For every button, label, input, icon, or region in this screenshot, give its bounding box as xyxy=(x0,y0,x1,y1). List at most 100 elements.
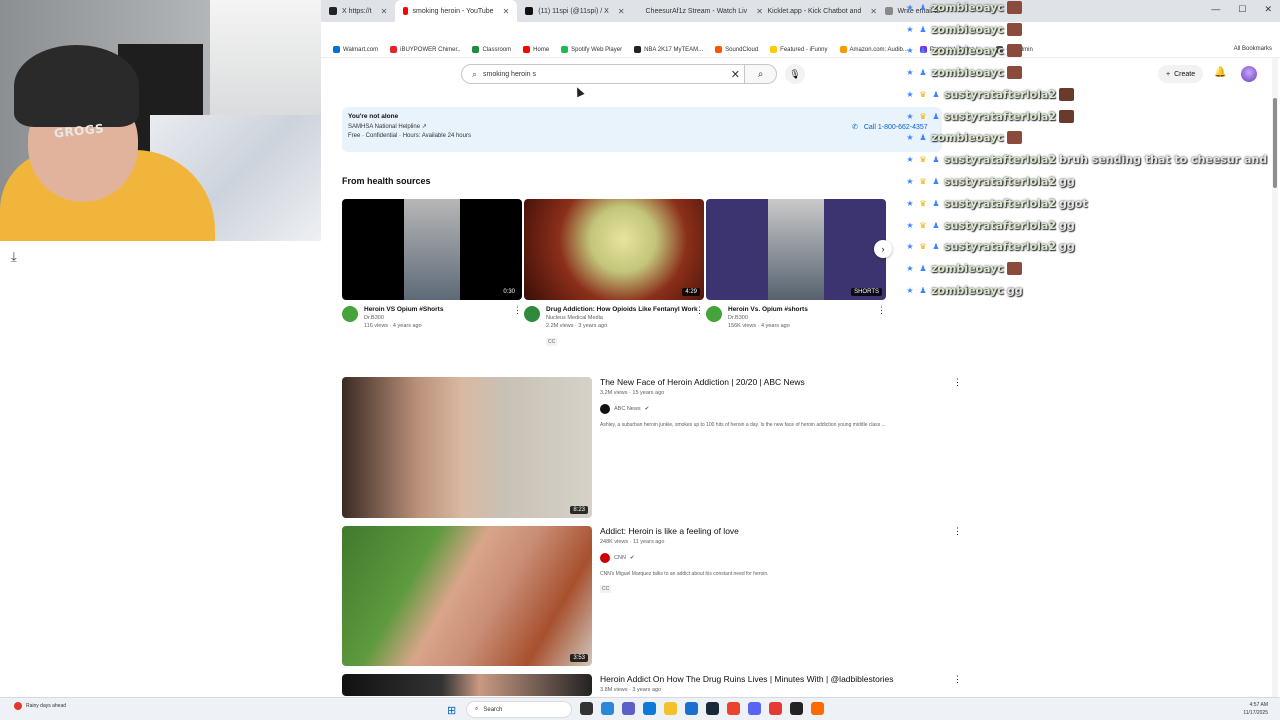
chat-message: ★ ♟ zombieoayc xyxy=(905,66,1022,79)
video-title[interactable]: The New Face of Heroin Addiction | 20/20… xyxy=(600,377,950,388)
task-view-icon[interactable] xyxy=(580,702,593,715)
tab-label: (11) 11spi (@11spi) / X xyxy=(538,7,609,15)
app-icon[interactable] xyxy=(769,702,782,715)
download-icon[interactable]: ⤓ xyxy=(11,249,17,265)
steam-icon[interactable] xyxy=(706,702,719,715)
channel-avatar-icon[interactable] xyxy=(524,306,540,322)
chat-text: gg xyxy=(1059,219,1075,232)
search-input[interactable]: ⌕ smoking heroin s ✕ xyxy=(461,64,745,84)
health-video-card[interactable]: 0:30 Heroin VS Opium #Shorts Dr.B300 116… xyxy=(342,199,522,330)
search-button[interactable]: ⌕ xyxy=(745,64,777,84)
chat-message: ★ ♟ zombieoayc xyxy=(905,1,1022,14)
video-stats: 3.8M views · 3 years ago xyxy=(600,687,662,693)
voice-search-button[interactable]: 🎙 xyxy=(785,64,805,84)
webcam-overlay: GROGS xyxy=(0,0,321,241)
taskbar-search-label: Search xyxy=(483,706,503,713)
browser-tab[interactable]: Kicklet.app - Kick Chatbot and ✕ xyxy=(755,0,877,22)
crown-badge-icon: ♛ xyxy=(919,199,927,208)
channel-row[interactable]: ABC News ✔ xyxy=(600,404,950,414)
chat-username: zombieoayc xyxy=(931,66,1004,79)
teams-icon[interactable] xyxy=(622,702,635,715)
store-icon[interactable] xyxy=(685,702,698,715)
tab-label: smoking heroin - YouTube xyxy=(412,7,494,15)
video-title[interactable]: Heroin VS Opium #Shorts xyxy=(364,305,522,314)
chat-username: sustyratafterlola2 xyxy=(944,110,1056,123)
chat-text: gg xyxy=(1006,284,1023,297)
chevron-right-icon: › xyxy=(881,244,885,254)
bookmark-item[interactable]: NBA 2K17 MyTEAM... xyxy=(634,46,703,53)
video-thumbnail[interactable]: 8:23 xyxy=(342,377,592,518)
bookmark-item[interactable]: Spotify Web Player xyxy=(561,46,622,53)
channel-name[interactable]: Dr.B300 xyxy=(728,314,886,322)
video-title[interactable]: Drug Addiction: How Opioids Like Fentany… xyxy=(546,305,704,314)
bookmark-item[interactable]: Featured - iFunny xyxy=(770,46,828,53)
verified-badge-icon: ★ xyxy=(906,242,914,251)
channel-name[interactable]: Nucleus Medical Media xyxy=(546,314,704,322)
video-thumbnail[interactable] xyxy=(342,674,592,696)
weather-widget[interactable]: Rainy days ahead xyxy=(14,702,66,710)
taskbar-search[interactable]: ⌕ Search xyxy=(466,701,572,718)
more-options-icon[interactable]: ⋮ xyxy=(513,305,522,316)
channel-avatar-icon[interactable] xyxy=(342,306,358,322)
carousel-next-button[interactable]: › xyxy=(874,240,892,258)
more-options-icon[interactable]: ⋮ xyxy=(953,526,962,537)
chat-username: zombieoayc xyxy=(931,23,1004,36)
tab-close-icon[interactable]: ✕ xyxy=(618,7,625,16)
bookmark-item[interactable]: SoundCloud xyxy=(715,46,758,53)
bookmark-label: SoundCloud xyxy=(725,46,759,53)
browser-tab[interactable]: (11) 11spi (@11spi) / X ✕ xyxy=(517,0,632,22)
health-video-card[interactable]: SHORTS Heroin Vs. Opium #shorts Dr.B300 … xyxy=(706,199,886,330)
channel-avatar-icon[interactable] xyxy=(706,306,722,322)
app-icon[interactable] xyxy=(811,702,824,715)
browser-tab-active[interactable]: smoking heroin - YouTube ✕ xyxy=(395,0,518,22)
discord-icon[interactable] xyxy=(748,702,761,715)
chat-message: ★ ♟ zombieoayc xyxy=(905,262,1022,275)
video-stats: 2.2M views · 3 years ago xyxy=(546,323,608,329)
video-title[interactable]: Addict: Heroin is like a feeling of love xyxy=(600,526,950,537)
channel-row[interactable]: CNN ✔ xyxy=(600,553,950,563)
subscriber-badge-icon: ♟ xyxy=(919,46,927,55)
tab-close-icon[interactable]: ✕ xyxy=(381,7,388,16)
edge-icon[interactable] xyxy=(643,702,656,715)
video-result[interactable]: 3:53 Addict: Heroin is like a feeling of… xyxy=(342,526,962,666)
verified-badge-icon: ★ xyxy=(906,46,914,55)
file-explorer-icon[interactable] xyxy=(664,702,677,715)
widgets-icon[interactable] xyxy=(601,702,614,715)
video-thumbnail[interactable]: 0:30 xyxy=(342,199,522,300)
chat-message: ★ ♛ ♟ sustyratafterlola2 gg xyxy=(905,175,1074,188)
more-options-icon[interactable]: ⋮ xyxy=(877,305,886,316)
emote-icon xyxy=(1006,1,1022,14)
system-clock[interactable]: 4:57 AM 11/17/2025 xyxy=(1243,701,1268,717)
obs-icon[interactable] xyxy=(790,702,803,715)
browser-tab[interactable]: CheesurAf1z Stream - Watch Liv ✕ xyxy=(633,0,763,22)
video-title[interactable]: Heroin Addict On How The Drug Ruins Live… xyxy=(600,674,950,685)
start-button-icon[interactable]: ⊞ xyxy=(447,704,456,717)
bookmark-label: Classroom xyxy=(482,46,512,53)
chrome-icon[interactable] xyxy=(727,702,740,715)
more-options-icon[interactable]: ⋮ xyxy=(695,305,704,316)
video-thumbnail[interactable]: SHORTS xyxy=(706,199,886,300)
channel-name[interactable]: Dr.B300 xyxy=(364,314,522,322)
helpline-org-link[interactable]: SAMHSA National Helpline ↗ xyxy=(348,123,936,130)
emote-icon xyxy=(1006,23,1022,36)
video-meta: Heroin VS Opium #Shorts Dr.B300 116 view… xyxy=(342,305,522,330)
bookmark-item[interactable]: iBUYPOWER Chimer.. xyxy=(390,46,460,53)
bookmark-item[interactable]: Home xyxy=(523,46,549,53)
more-options-icon[interactable]: ⋮ xyxy=(953,674,962,685)
clear-search-icon[interactable]: ✕ xyxy=(731,68,740,81)
video-result[interactable]: 8:23 The New Face of Heroin Addiction | … xyxy=(342,377,962,518)
health-video-card[interactable]: 4:29 Drug Addiction: How Opioids Like Fe… xyxy=(524,199,704,348)
bookmark-item[interactable]: Amazon.com: Audib... xyxy=(839,46,908,53)
video-thumbnail[interactable]: 4:29 xyxy=(524,199,704,300)
bookmark-item[interactable]: Classroom xyxy=(472,46,511,53)
more-options-icon[interactable]: ⋮ xyxy=(953,377,962,388)
bookmark-item[interactable]: Walmart.com xyxy=(333,46,378,53)
video-result[interactable]: Heroin Addict On How The Drug Ruins Live… xyxy=(342,674,962,696)
video-stats: 116 views · 4 years ago xyxy=(364,323,422,329)
tab-close-icon[interactable]: ✕ xyxy=(503,7,510,16)
video-thumbnail[interactable]: 3:53 xyxy=(342,526,592,666)
video-title[interactable]: Heroin Vs. Opium #shorts xyxy=(728,305,886,314)
mouse-cursor-icon xyxy=(573,85,585,98)
browser-tab[interactable]: X https://t ✕ xyxy=(321,0,395,22)
crown-badge-icon: ♛ xyxy=(919,155,927,164)
